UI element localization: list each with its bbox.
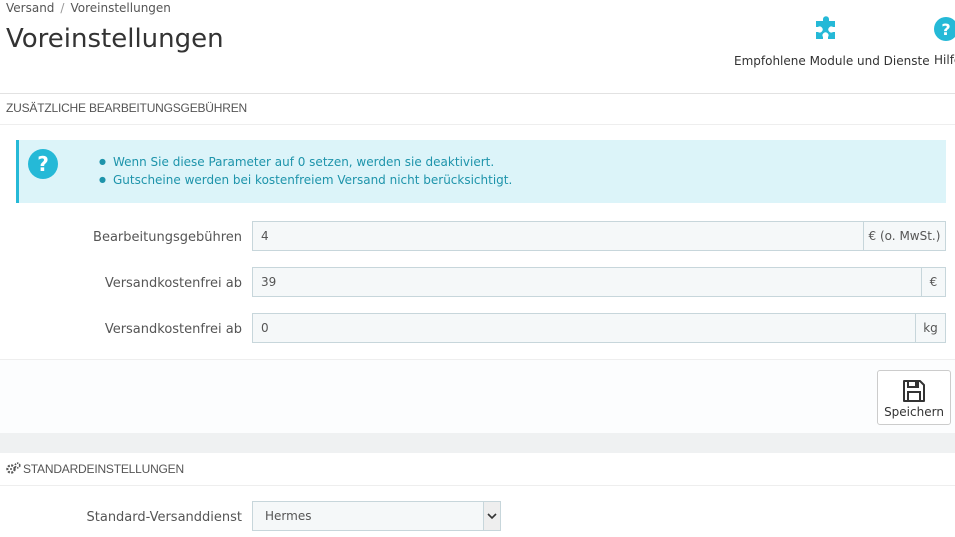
chevron-down-icon	[487, 513, 497, 520]
breadcrumb: Versand / Voreinstellungen	[6, 1, 171, 15]
cogs-icon	[6, 462, 21, 474]
default-carrier-label: Standard-Versanddienst	[86, 510, 243, 525]
handling-panel-title: Zusätzliche Bearbeitungsgebühren	[6, 101, 247, 115]
select-caret	[483, 502, 500, 530]
question-circle-icon: ?	[934, 17, 955, 41]
svg-text:?: ?	[941, 20, 950, 39]
default-carrier-select[interactable]: Hermes	[252, 501, 501, 531]
save-label: Speichern	[884, 405, 944, 419]
free-shipping-weight-suffix: kg	[915, 313, 946, 343]
info-alert: ? Wenn Sie diese Parameter auf 0 setzen,…	[16, 140, 946, 203]
help-label: Hilfe	[934, 53, 955, 67]
recommended-modules-label: Empfohlene Module und Dienste	[734, 54, 930, 68]
alert-list: Wenn Sie diese Parameter auf 0 setzen, w…	[99, 154, 512, 190]
page-header: Versand / Voreinstellungen Voreinstellunge…	[0, 0, 955, 93]
page-title: Voreinstellungen	[6, 24, 224, 54]
question-circle-icon: ?	[28, 149, 58, 179]
default-carrier-value: Hermes	[265, 509, 312, 523]
floppy-disk-icon	[903, 380, 925, 402]
header-divider	[0, 93, 955, 94]
handling-fee-suffix: € (o. MwSt.)	[863, 221, 946, 251]
handling-fee-input[interactable]	[252, 221, 864, 251]
save-button[interactable]: Speichern	[877, 370, 951, 425]
alert-line: Gutscheine werden bei kostenfreiem Versa…	[99, 172, 512, 190]
free-shipping-weight-label: Versandkostenfrei ab	[104, 322, 242, 337]
default-panel-heading: Standardeinstellungen	[6, 462, 955, 476]
recommended-modules-button[interactable]: Empfohlene Module und Dienste	[734, 15, 930, 68]
breadcrumb-separator: /	[60, 1, 65, 15]
free-shipping-price-input[interactable]	[252, 267, 922, 297]
panel-heading-divider	[0, 124, 955, 125]
svg-text:?: ?	[37, 152, 49, 176]
panel-footer	[0, 359, 955, 434]
puzzle-icon	[816, 16, 835, 39]
free-shipping-weight-input[interactable]	[252, 313, 916, 343]
alert-line: Wenn Sie diese Parameter auf 0 setzen, w…	[99, 154, 512, 172]
default-panel-title: Standardeinstellungen	[23, 462, 184, 476]
panel-gap	[0, 433, 955, 453]
default-heading-divider	[0, 485, 955, 486]
help-button[interactable]: ? Hilfe	[934, 17, 955, 67]
breadcrumb-item-current: Voreinstellungen	[70, 1, 171, 15]
free-shipping-price-suffix: €	[921, 267, 946, 297]
handling-panel-heading: Zusätzliche Bearbeitungsgebühren	[6, 101, 955, 115]
breadcrumb-item-versand[interactable]: Versand	[6, 1, 54, 15]
handling-fee-label: Bearbeitungsgebühren	[93, 230, 242, 245]
free-shipping-price-label: Versandkostenfrei ab	[104, 276, 242, 291]
